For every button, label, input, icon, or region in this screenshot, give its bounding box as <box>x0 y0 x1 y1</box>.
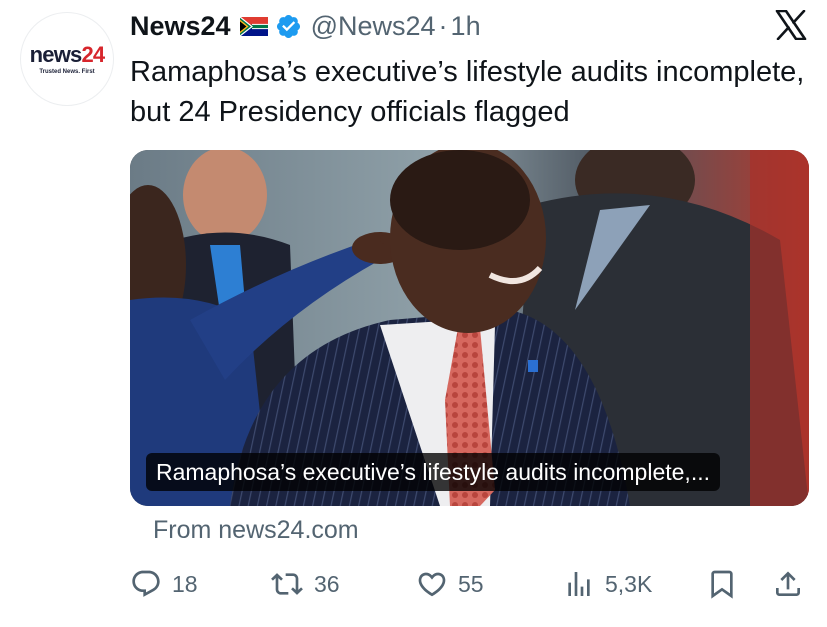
account-avatar[interactable]: news24 Trusted News. First <box>20 12 114 106</box>
like-count: 55 <box>458 570 484 597</box>
views-chart-icon <box>563 568 595 600</box>
bookmark-icon <box>706 568 738 600</box>
retweet-icon <box>270 568 304 600</box>
views-count: 5,3K <box>605 570 653 597</box>
heart-icon <box>416 568 448 600</box>
display-name[interactable]: News24 <box>130 11 231 42</box>
tweet-text: Ramaphosa’s executive’s lifestyle audits… <box>130 56 805 128</box>
card-caption: Ramaphosa’s executive’s lifestyle audits… <box>146 453 720 491</box>
account-handle[interactable]: @News24 <box>311 11 436 42</box>
news24-logo: news24 <box>29 41 105 67</box>
link-card-image[interactable]: Ramaphosa’s executive’s lifestyle audits… <box>130 150 809 506</box>
share-button[interactable] <box>772 562 804 606</box>
separator-dot: · <box>438 10 448 41</box>
tweet-actions: 18 36 55 5,3K <box>130 562 810 606</box>
timestamp[interactable]: 1h <box>451 11 481 42</box>
logo-tagline: Trusted News. First <box>39 68 95 75</box>
x-logo-icon <box>775 9 807 41</box>
reply-icon <box>130 568 162 600</box>
share-icon <box>772 568 804 600</box>
card-source[interactable]: From news24.com <box>153 516 359 545</box>
verified-badge-icon <box>275 13 302 40</box>
like-button[interactable]: 55 <box>416 562 484 606</box>
views-button[interactable]: 5,3K <box>563 562 652 606</box>
retweet-button[interactable]: 36 <box>270 562 340 606</box>
bookmark-button[interactable] <box>706 562 738 606</box>
reply-count: 18 <box>172 570 198 597</box>
retweet-count: 36 <box>314 570 340 597</box>
south-africa-flag-icon <box>239 16 268 36</box>
reply-button[interactable]: 18 <box>130 562 198 606</box>
tweet-header: News24 @News24 · 1h <box>130 6 481 46</box>
